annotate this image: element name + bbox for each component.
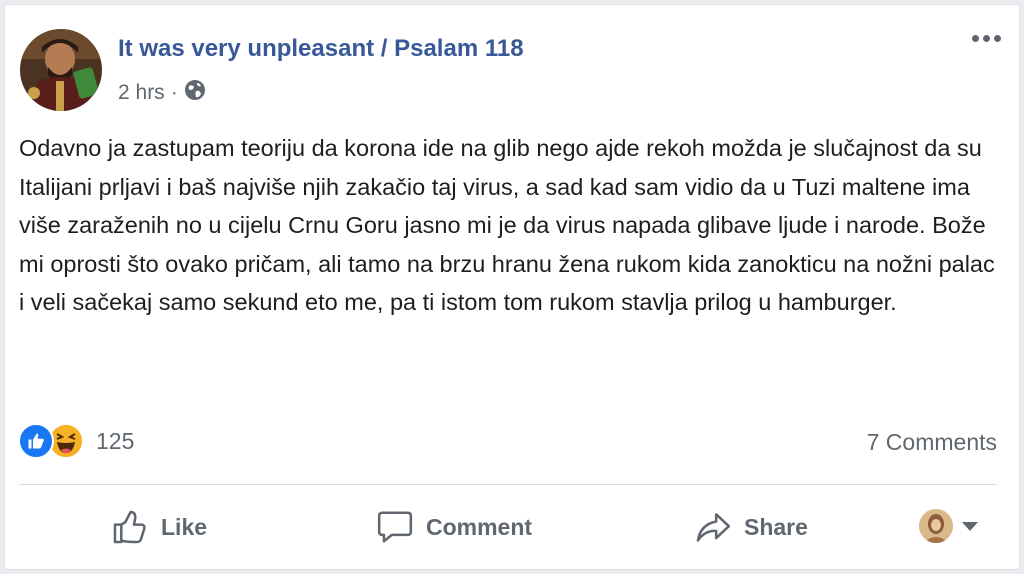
post-meta: 2 hrs ·	[118, 79, 206, 107]
comment-bubble-icon	[377, 511, 413, 543]
reactions-summary[interactable]: 125	[18, 423, 134, 459]
share-label: Share	[744, 513, 808, 540]
like-button[interactable]: Like	[111, 505, 207, 549]
like-icon	[18, 423, 54, 459]
post-text: Odavno ja zastupam teoriju da korona ide…	[19, 135, 995, 315]
comment-label: Comment	[426, 513, 533, 540]
author-avatar[interactable]	[20, 29, 102, 111]
like-label: Like	[161, 513, 208, 540]
post-author[interactable]: It was very unpleasant / Psalam 118	[118, 35, 524, 63]
comments-count-link[interactable]: 7 Comments	[867, 429, 997, 456]
post-card: It was very unpleasant / Psalam 118 2 hr…	[4, 4, 1020, 570]
reaction-count: 125	[96, 427, 135, 454]
meta-separator: ·	[170, 81, 178, 104]
current-user-avatar	[919, 509, 953, 543]
thumbs-up-icon	[113, 510, 146, 544]
chevron-down-icon	[962, 521, 978, 531]
more-options-icon[interactable]	[972, 35, 1001, 42]
globe-icon[interactable]	[184, 79, 206, 107]
share-arrow-icon	[696, 513, 731, 542]
share-button[interactable]: Share	[694, 505, 808, 549]
comment-button[interactable]: Comment	[376, 505, 532, 549]
action-divider	[19, 484, 997, 485]
post-timestamp[interactable]: 2 hrs	[118, 81, 165, 105]
reaction-as-selector[interactable]	[919, 509, 978, 543]
